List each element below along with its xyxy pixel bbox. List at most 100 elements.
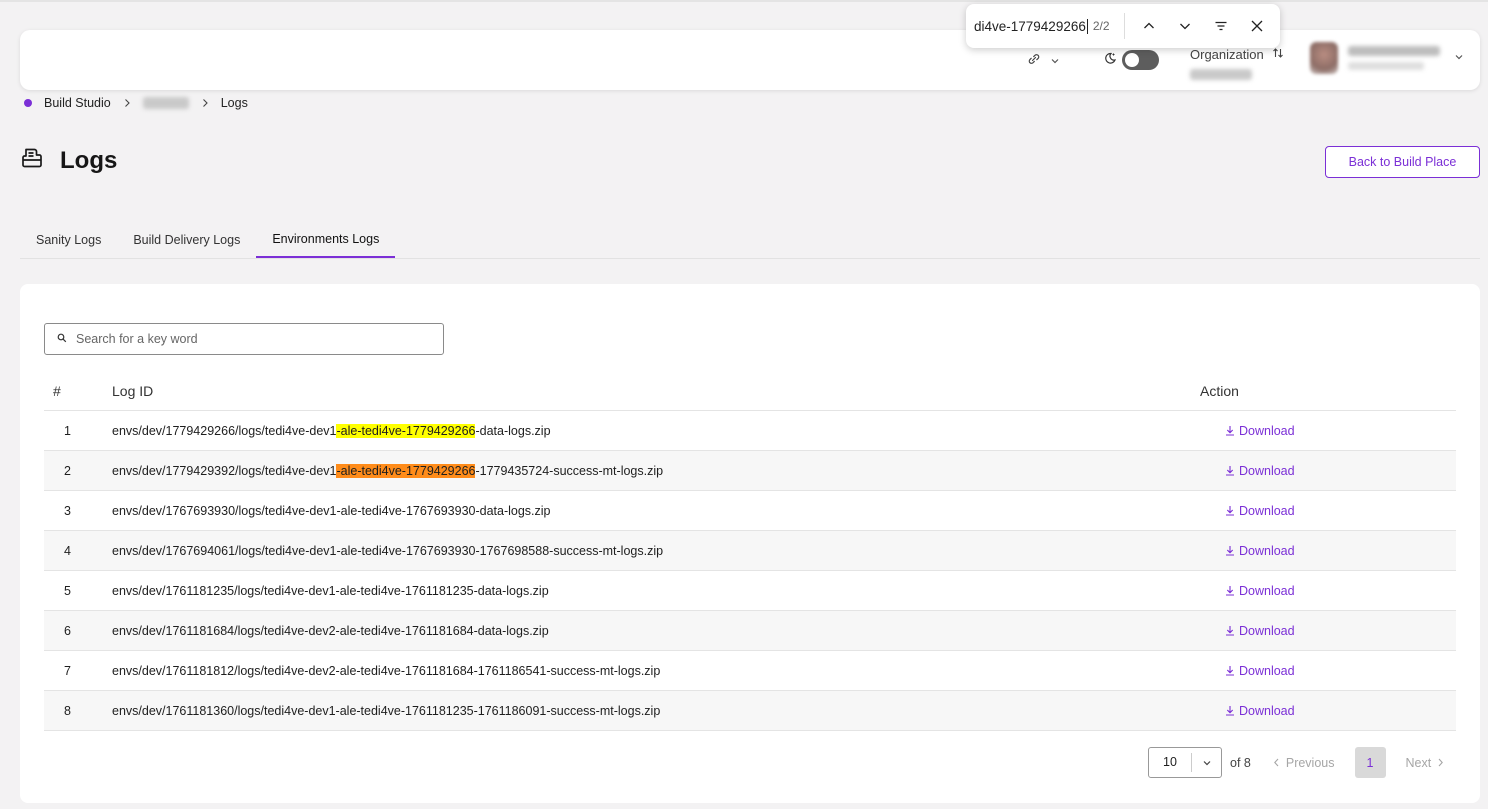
find-input[interactable]: di4ve-1779429266 xyxy=(974,18,1088,34)
link-menu[interactable] xyxy=(1027,52,1060,71)
download-button[interactable]: Download xyxy=(1225,624,1295,638)
find-match-count: 2/2 xyxy=(1092,19,1110,33)
download-button[interactable]: Download xyxy=(1225,584,1295,598)
theme-switch[interactable] xyxy=(1102,50,1159,70)
log-id: envs/dev/1779429392/logs/tedi4ve-dev1-al… xyxy=(112,463,1225,478)
page-size-value: 10 xyxy=(1149,753,1192,772)
organization-name-redacted xyxy=(1190,69,1252,80)
chevron-right-icon xyxy=(123,98,131,108)
swap-icon xyxy=(1272,47,1284,62)
find-highlight: -ale-tedi4ve-1779429266 xyxy=(336,423,476,438)
row-number: 1 xyxy=(64,423,71,438)
organization-label: Organization xyxy=(1190,47,1264,62)
divider xyxy=(1123,13,1125,39)
back-to-build-place-button[interactable]: Back to Build Place xyxy=(1325,146,1480,178)
download-icon xyxy=(1226,426,1234,436)
find-previous-button[interactable] xyxy=(1131,8,1167,44)
table-row: 8 envs/dev/1761181360/logs/tedi4ve-dev1-a… xyxy=(44,691,1456,731)
column-header-number: # xyxy=(53,382,61,399)
chevron-down-icon xyxy=(1192,758,1221,768)
previous-page-button[interactable]: Previous xyxy=(1273,756,1335,770)
download-button[interactable]: Download xyxy=(1225,544,1295,558)
search-placeholder: Search for a key word xyxy=(76,332,198,346)
close-icon xyxy=(1251,20,1263,32)
log-id-text: envs/dev/1779429266/logs/tedi4ve-dev1 xyxy=(112,423,337,438)
log-id-text: -1779435724-success-mt-logs.zip xyxy=(475,463,664,478)
page-header: Logs xyxy=(20,146,117,175)
chevron-right-icon xyxy=(201,98,209,108)
pagination: 10 of 8 Previous 1 Next xyxy=(1148,747,1444,778)
table-row: 6 envs/dev/1761181684/logs/tedi4ve-dev2-a… xyxy=(44,611,1456,651)
download-icon xyxy=(1226,666,1234,676)
find-next-button[interactable] xyxy=(1167,8,1203,44)
log-id: envs/dev/1779429266/logs/tedi4ve-dev1-al… xyxy=(112,423,1225,438)
tab-environments-logs[interactable]: Environments Logs xyxy=(256,222,396,258)
download-icon xyxy=(1226,506,1234,516)
table-row: 1 envs/dev/1779429266/logs/tedi4ve-dev1-a… xyxy=(44,411,1456,451)
logs-table: # Log ID Action 1 envs/dev/1779429266/log… xyxy=(44,371,1456,731)
download-button[interactable]: Download xyxy=(1225,504,1295,518)
user-info-redacted xyxy=(1348,46,1440,70)
log-id-text: envs/dev/1761181360/logs/tedi4ve-dev1-al… xyxy=(112,703,661,718)
table-row: 4 envs/dev/1767694061/logs/tedi4ve-dev1-a… xyxy=(44,531,1456,571)
user-menu[interactable] xyxy=(1310,42,1464,74)
download-button[interactable]: Download xyxy=(1225,704,1295,718)
download-button[interactable]: Download xyxy=(1225,664,1295,678)
breadcrumb-item-redacted[interactable] xyxy=(142,97,189,109)
page-button-current[interactable]: 1 xyxy=(1354,747,1386,778)
find-in-page-bar: di4ve-1779429266 2/2 xyxy=(966,4,1280,48)
log-id-text: envs/dev/1761181812/logs/tedi4ve-dev2-al… xyxy=(112,663,661,678)
chevron-left-icon xyxy=(1273,758,1279,767)
page-total-label: of 8 xyxy=(1230,755,1251,770)
log-tabs: Sanity Logs Build Delivery Logs Environm… xyxy=(20,222,1480,259)
download-button[interactable]: Download xyxy=(1225,464,1295,478)
row-number: 5 xyxy=(64,583,71,598)
row-number: 6 xyxy=(64,623,71,638)
log-id: envs/dev/1761181684/logs/tedi4ve-dev2-al… xyxy=(112,624,1225,638)
download-icon xyxy=(1226,626,1234,636)
search-input[interactable]: Search for a key word xyxy=(44,323,444,355)
search-icon xyxy=(57,330,67,348)
page-size-select[interactable]: 10 xyxy=(1148,747,1222,778)
breadcrumb-item-logs: Logs xyxy=(220,96,248,110)
download-icon xyxy=(1226,586,1234,596)
logs-icon xyxy=(20,146,44,175)
table-row: 7 envs/dev/1761181812/logs/tedi4ve-dev2-a… xyxy=(44,651,1456,691)
download-icon xyxy=(1226,466,1234,476)
tab-build-delivery-logs[interactable]: Build Delivery Logs xyxy=(117,222,256,258)
log-id-text: envs/dev/1767693930/logs/tedi4ve-dev1-al… xyxy=(112,503,551,518)
find-options-button[interactable] xyxy=(1203,8,1239,44)
download-icon xyxy=(1226,706,1234,716)
download-label: Download xyxy=(1239,663,1295,678)
log-id: envs/dev/1767694061/logs/tedi4ve-dev1-al… xyxy=(112,544,1225,558)
chevron-down-icon xyxy=(1179,23,1190,30)
log-id-text: envs/dev/1761181235/logs/tedi4ve-dev1-al… xyxy=(112,583,549,598)
download-label: Download xyxy=(1239,583,1295,598)
tab-sanity-logs[interactable]: Sanity Logs xyxy=(20,222,117,258)
column-header-log-id: Log ID xyxy=(112,382,154,399)
download-label: Download xyxy=(1239,503,1295,518)
table-header: # Log ID Action xyxy=(44,371,1456,411)
download-label: Download xyxy=(1239,423,1295,438)
filter-icon xyxy=(1215,21,1227,31)
log-id: envs/dev/1761181235/logs/tedi4ve-dev1-al… xyxy=(112,584,1225,598)
next-page-button[interactable]: Next xyxy=(1406,756,1445,770)
download-label: Download xyxy=(1239,463,1295,478)
page-title: Logs xyxy=(60,146,118,174)
log-id: envs/dev/1767693930/logs/tedi4ve-dev1-al… xyxy=(112,504,1225,518)
breadcrumb-dot-icon xyxy=(24,99,32,107)
row-number: 7 xyxy=(64,663,71,678)
browser-edge xyxy=(0,0,1488,2)
log-id-text: envs/dev/1779429392/logs/tedi4ve-dev1 xyxy=(112,463,337,478)
find-close-button[interactable] xyxy=(1239,8,1275,44)
link-icon xyxy=(1027,52,1041,71)
download-button[interactable]: Download xyxy=(1225,424,1295,438)
dark-mode-toggle[interactable] xyxy=(1122,50,1159,70)
breadcrumb-item-build-studio[interactable]: Build Studio xyxy=(44,96,111,110)
download-label: Download xyxy=(1239,543,1295,558)
download-label: Download xyxy=(1239,623,1295,638)
table-row: 5 envs/dev/1761181235/logs/tedi4ve-dev1-a… xyxy=(44,571,1456,611)
avatar xyxy=(1310,42,1338,74)
moon-icon xyxy=(1102,51,1116,70)
organization-switcher[interactable]: Organization xyxy=(1190,47,1284,85)
